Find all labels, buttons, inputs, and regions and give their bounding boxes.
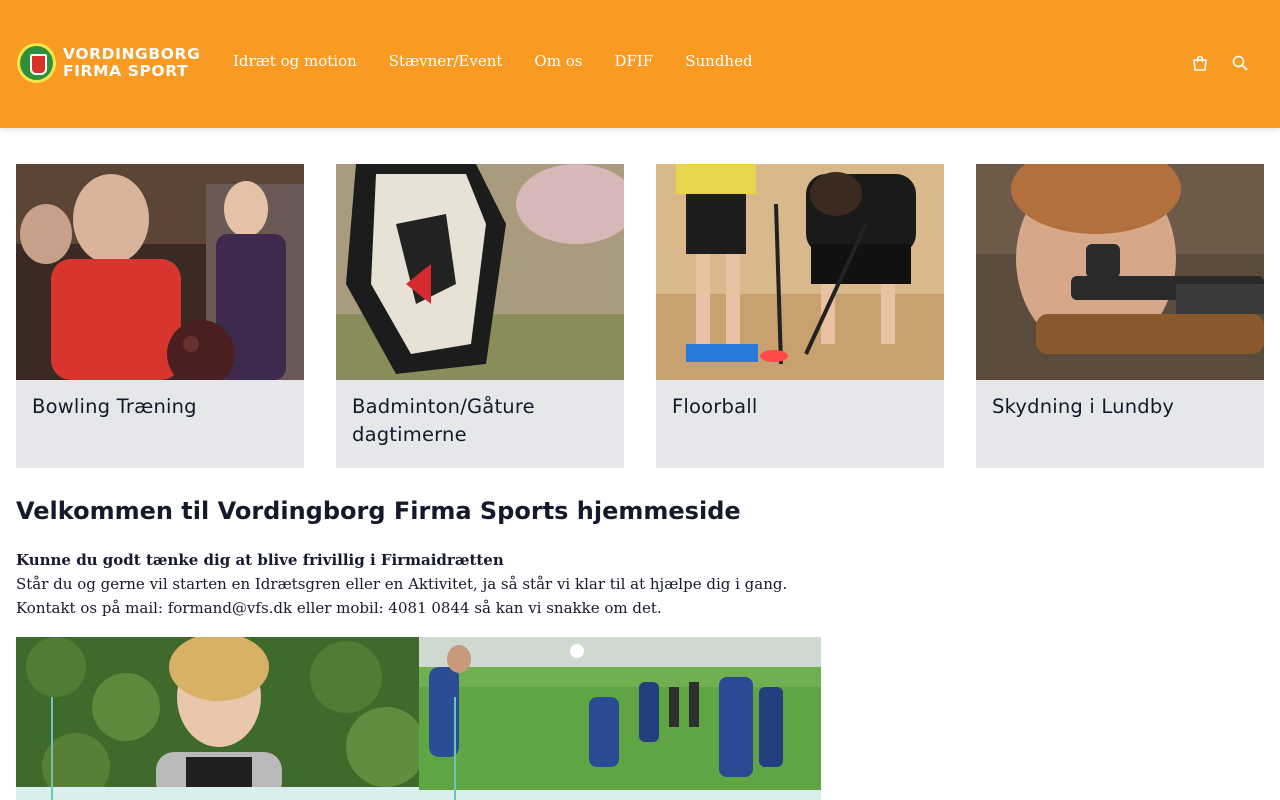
welcome-line-2: Står du og gerne vil starten en Idrætsgr… xyxy=(16,575,788,593)
nav-item-dfif[interactable]: DFIF xyxy=(614,52,653,70)
search-icon[interactable] xyxy=(1231,54,1249,72)
page-title: Velkommen til Vordingborg Firma Sports h… xyxy=(16,497,741,525)
card-image-bowling xyxy=(16,164,304,380)
card-title: Bowling Træning xyxy=(32,395,197,418)
club-emblem-icon xyxy=(17,43,56,83)
card-bowling[interactable]: Bowling Træning xyxy=(16,164,304,468)
card-title: Skydning i Lundby xyxy=(992,395,1175,418)
shopping-bag-icon[interactable] xyxy=(1191,54,1209,72)
card-badminton[interactable]: Badminton/Gåture dagtimerne xyxy=(336,164,624,468)
card-floorball[interactable]: Floorball xyxy=(656,164,944,468)
welcome-text: Kunne du godt tænke dig at blive frivill… xyxy=(16,548,787,620)
activity-cards: Bowling Træning Badminton/Gåture dagtime… xyxy=(16,164,1264,468)
card-title: Floorball xyxy=(672,395,758,418)
site-logo[interactable]: VORDINGBORG FIRMA SPORT xyxy=(17,43,200,83)
logo-line-1: VORDINGBORG xyxy=(63,45,201,63)
welcome-lead: Kunne du godt tænke dig at blive frivill… xyxy=(16,551,504,569)
photo-banner xyxy=(16,637,821,800)
nav-item-sundhed[interactable]: Sundhed xyxy=(685,52,752,70)
nav-item-staevner[interactable]: Stævner/Event xyxy=(389,52,503,70)
welcome-line-3: Kontakt os på mail: formand@vfs.dk eller… xyxy=(16,599,662,617)
photo-volunteer xyxy=(16,637,419,800)
card-skydning[interactable]: Skydning i Lundby xyxy=(976,164,1264,468)
card-image-floorball xyxy=(656,164,944,380)
nav-item-om-os[interactable]: Om os xyxy=(534,52,582,70)
card-image-badminton xyxy=(336,164,624,380)
nav-item-idraet[interactable]: Idræt og motion xyxy=(233,52,357,70)
card-image-skydning xyxy=(976,164,1264,380)
logo-line-2: FIRMA SPORT xyxy=(63,62,189,80)
logo-text: VORDINGBORG FIRMA SPORT xyxy=(63,46,200,80)
photo-football xyxy=(419,637,821,800)
card-title: Badminton/Gåture dagtimerne xyxy=(352,395,535,446)
site-header: VORDINGBORG FIRMA SPORT Idræt og motion … xyxy=(0,0,1280,128)
main-nav: Idræt og motion Stævner/Event Om os DFIF… xyxy=(233,52,785,70)
